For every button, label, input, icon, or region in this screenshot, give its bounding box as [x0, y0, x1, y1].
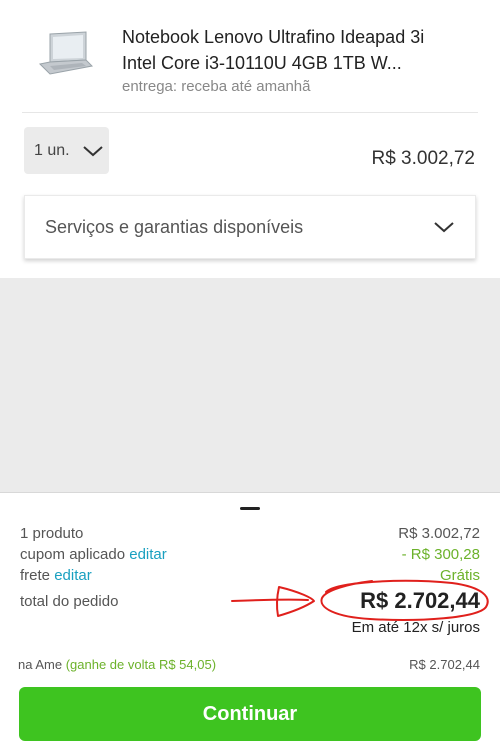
installments-info: Em até 12x s/ juros: [351, 619, 480, 636]
ame-value: R$ 2.702,44: [409, 657, 480, 672]
total-label: total do pedido: [20, 593, 119, 610]
services-label: Serviços e garantias disponíveis: [45, 216, 304, 237]
quantity-value: 1 un.: [34, 141, 70, 159]
shipping-label: frete: [20, 567, 51, 584]
ame-label: na Ame: [18, 657, 63, 672]
laptop-thumbnail: [38, 31, 94, 75]
product-price: R$ 3.002,72: [371, 148, 475, 169]
coupon-edit-link[interactable]: editar: [129, 546, 167, 563]
chevron-down-icon: [434, 222, 454, 233]
coupon-value: - R$ 300,28: [401, 546, 480, 563]
divider: [22, 112, 478, 113]
shipping-edit-link[interactable]: editar: [54, 567, 92, 584]
chevron-down-icon: [82, 145, 103, 156]
total-value: R$ 2.702,44: [360, 588, 480, 613]
product-card: Notebook Lenovo Ultrafino Ideapad 3i Int…: [0, 0, 500, 278]
services-dropdown[interactable]: Serviços e garantias disponíveis: [24, 195, 476, 259]
product-title[interactable]: Notebook Lenovo Ultrafino Ideapad 3i Int…: [122, 24, 452, 76]
products-label: 1 produto: [20, 525, 84, 542]
products-value: R$ 3.002,72: [398, 525, 480, 542]
order-summary: 1 produto R$ 3.002,72 cupom aplicado edi…: [0, 492, 500, 749]
delivery-info: entrega: receba até amanhã: [122, 78, 311, 95]
sheet-handle[interactable]: [240, 507, 260, 510]
shipping-value: Grátis: [439, 567, 480, 584]
quantity-select[interactable]: 1 un.: [24, 127, 109, 174]
ame-cashback: (ganhe de volta R$ 54,05): [65, 657, 217, 672]
coupon-label: cupom aplicado: [20, 546, 126, 563]
ame-row: na Ame (ganhe de volta R$ 54,05) R$ 2.70…: [18, 657, 480, 672]
continue-button[interactable]: Continuar: [19, 687, 481, 741]
